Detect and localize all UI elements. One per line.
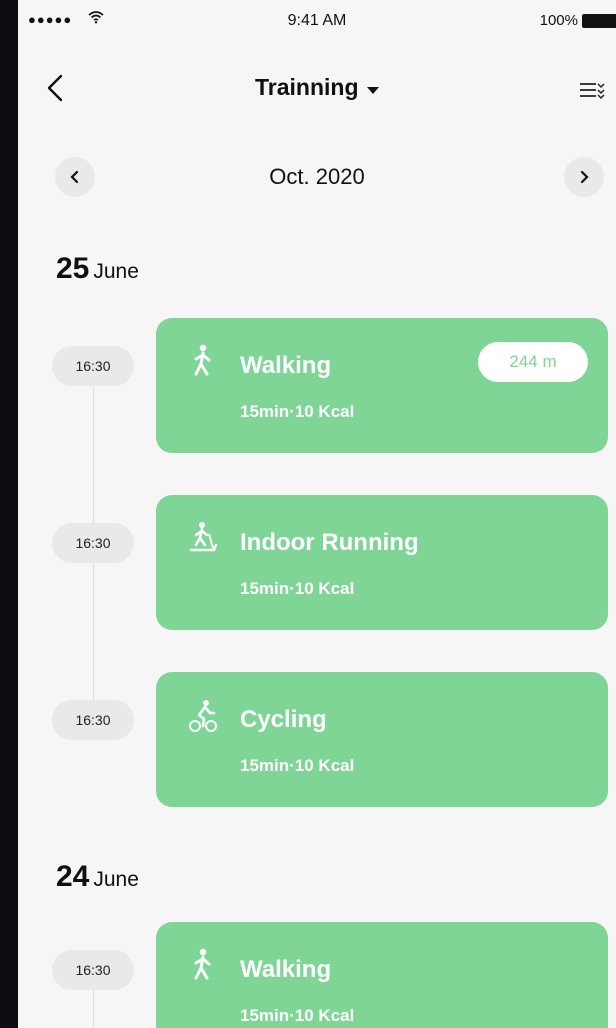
day-month: June — [93, 868, 139, 891]
distance-badge: 244 m — [478, 342, 588, 382]
activity-card-indoor-running[interactable]: Indoor Running 15min·10 Kcal — [156, 495, 608, 630]
filter-list-icon — [580, 83, 605, 100]
walking-icon — [188, 344, 218, 380]
title-dropdown[interactable]: Trainning — [18, 74, 616, 101]
battery-icon — [582, 14, 616, 28]
time-pill: 16:30 — [52, 950, 134, 990]
status-bar: ●●●●● 9:41 AM 100% — [18, 0, 616, 44]
activity-name: Walking — [240, 352, 332, 379]
filter-button[interactable] — [578, 76, 606, 104]
battery-percent: 100% — [539, 12, 578, 29]
day-month: June — [93, 260, 139, 283]
walking-icon — [188, 948, 218, 984]
next-month-button[interactable] — [564, 157, 604, 197]
app-screen: ●●●●● 9:41 AM 100% Trainning Oct. 2020 2… — [18, 0, 616, 1028]
page-title: Trainning — [255, 74, 359, 100]
chevron-right-icon — [580, 170, 589, 184]
caret-down-icon — [366, 82, 379, 100]
activity-card-walking[interactable]: Walking 15min·10 Kcal 244 m — [156, 318, 608, 453]
activity-name: Walking — [240, 956, 332, 983]
activity-summary: 15min·10 Kcal — [240, 579, 355, 598]
day-number: 25 — [56, 252, 90, 285]
month-label: Oct. 2020 — [269, 164, 365, 189]
time-pill: 16:30 — [52, 346, 134, 386]
activity-summary: 15min·10 Kcal — [240, 402, 355, 421]
activity-card-walking[interactable]: Walking 15min·10 Kcal — [156, 922, 608, 1028]
activity-summary: 15min·10 Kcal — [240, 756, 355, 775]
time-pill: 16:30 — [52, 523, 134, 563]
cycling-icon — [188, 698, 218, 734]
activity-card-cycling[interactable]: Cycling 15min·10 Kcal — [156, 672, 608, 807]
day-heading: 24 June — [56, 860, 139, 894]
activity-summary: 15min·10 Kcal — [240, 1006, 355, 1025]
time-pill: 16:30 — [52, 700, 134, 740]
day-heading: 25 June — [56, 252, 139, 286]
timeline-line — [93, 990, 94, 1028]
status-time: 9:41 AM — [287, 12, 347, 29]
treadmill-icon — [188, 521, 218, 557]
activity-name: Indoor Running — [240, 529, 419, 556]
activity-name: Cycling — [240, 706, 327, 733]
day-number: 24 — [56, 860, 90, 893]
